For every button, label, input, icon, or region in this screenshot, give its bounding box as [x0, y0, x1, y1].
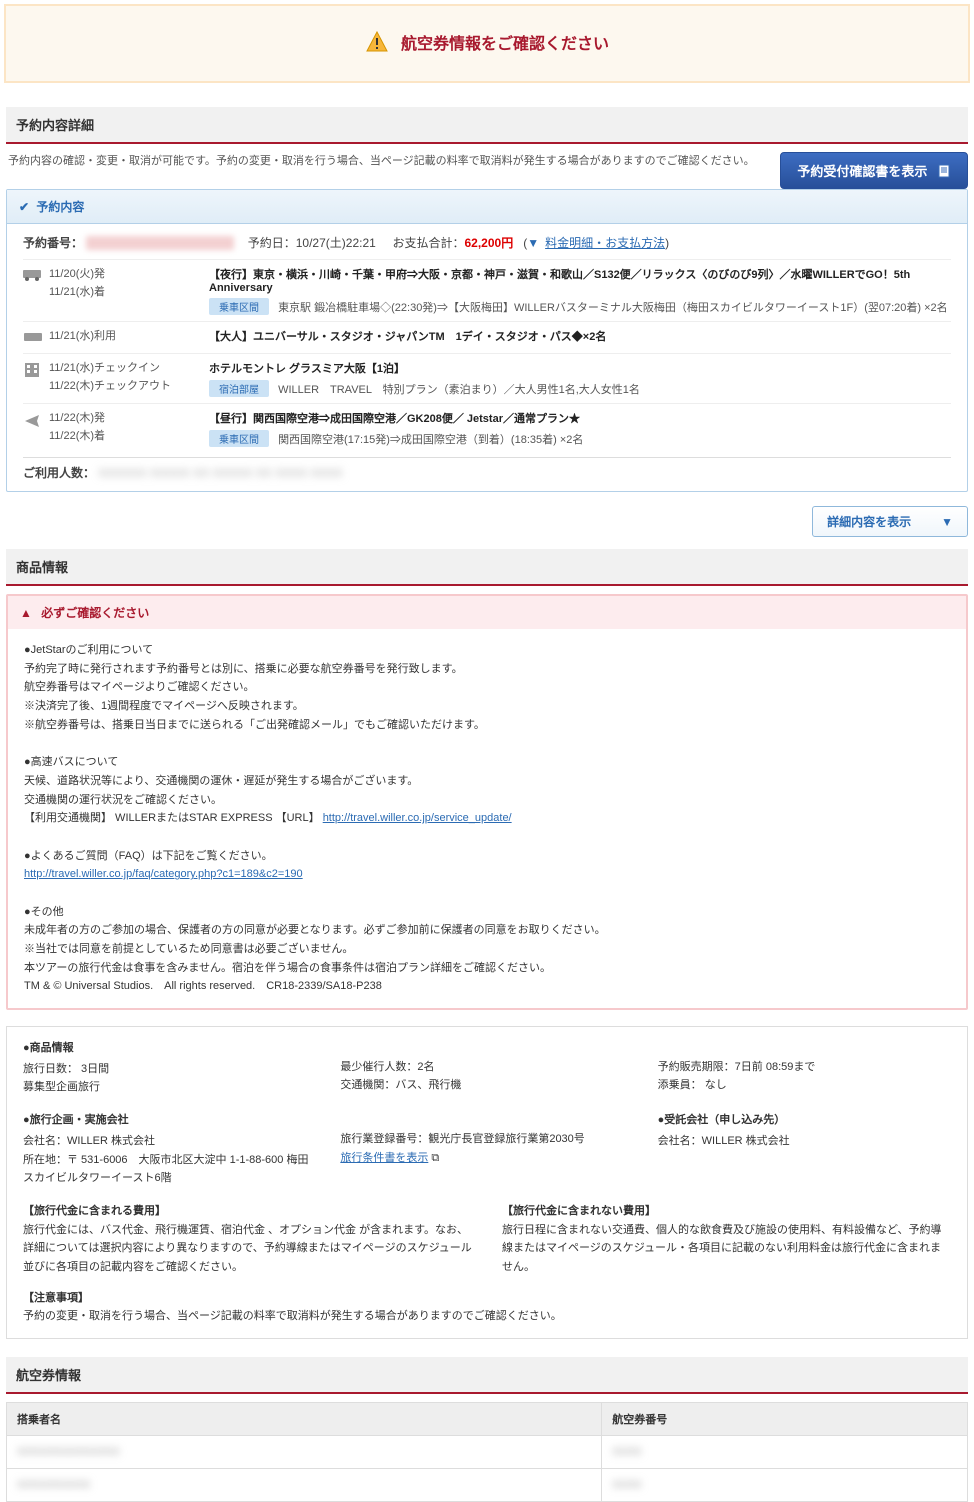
reservation-detail-desc: 予約内容の確認・変更・取消が可能です。予約の変更・取消を行う場合、当ページ記載の… — [6, 152, 768, 168]
flight-th-number: 航空券番号 — [602, 1403, 968, 1436]
warning-icon — [365, 30, 389, 54]
notice-body: ●JetStarのご利用について 予約完了時に発行されます予約番号とは別に、搭乗… — [8, 629, 966, 1008]
hotel-icon — [23, 360, 49, 397]
ticket-icon — [23, 328, 49, 347]
warning-icon: ▲ — [20, 606, 32, 620]
check-icon: ✔ — [19, 200, 29, 214]
alert-text: 航空券情報をご確認ください — [401, 30, 609, 54]
segment-badge: 乗車区間 — [209, 430, 269, 447]
item-detail: 東京駅 鍛冶橋駐車場◇(22:30発)⇒【大阪梅田】WILLERバスターミナル大… — [278, 302, 948, 314]
item-date: 11/21(水)利用 — [49, 328, 209, 346]
itinerary-item: 11/21(水)チェックイン 11/22(木)チェックアウト ホテルモントレ グ… — [23, 353, 951, 403]
itinerary-item: 11/20(火)発 11/21(水)着 【夜行】東京・横浜・川崎・千葉・甲府⇒大… — [23, 259, 951, 321]
plane-icon — [23, 410, 49, 447]
item-date: 11/22(木)チェックアウト — [49, 378, 209, 396]
flight-th-name: 搭乗者名 — [7, 1403, 602, 1436]
faq-link[interactable]: http://travel.willer.co.jp/faq/category.… — [24, 868, 303, 880]
bus-icon — [23, 266, 49, 315]
item-date: 11/21(水)着 — [49, 284, 209, 302]
expand-detail-button[interactable]: 詳細内容を表示 ▼ — [812, 506, 968, 537]
itinerary-item: 11/22(木)発 11/22(木)着 【昼行】関西国際空港⇒成田国際空港／GK… — [23, 403, 951, 453]
reservation-number: XXXX-XXX-XXX — [86, 236, 234, 250]
table-row: XXXXXXXXXX XXXX — [7, 1469, 968, 1502]
document-icon — [937, 164, 951, 178]
section-title-flight: 航空券情報 — [6, 1357, 968, 1394]
table-row: XXXXXXXXXXXXXX XXXX — [7, 1436, 968, 1469]
reservation-summary: 予約番号： XXXX-XXX-XXX 予約日：10/27(土)22:21 お支払… — [23, 234, 951, 251]
room-badge: 宿泊部屋 — [209, 380, 269, 397]
reservation-panel-header: ✔ 予約内容 — [7, 190, 967, 224]
item-date: 11/21(水)チェックイン — [49, 360, 209, 378]
item-title: 【昼行】関西国際空港⇒成田国際空港／GK208便／ Jetstar／通常プラン★ — [209, 410, 951, 426]
section-title-reservation-detail: 予約内容詳細 — [6, 107, 968, 144]
item-date: 11/22(木)発 — [49, 410, 209, 428]
item-title: 【夜行】東京・横浜・川崎・千葉・甲府⇒大阪・京都・神戸・滋賀・和歌山／S132便… — [209, 266, 951, 294]
item-detail: WILLER TRAVEL 特別プラン（素泊まり）／大人男性1名,大人女性1名 — [278, 384, 640, 396]
notice-panel: ▲ 必ずご確認ください ●JetStarのご利用について 予約完了時に発行されま… — [6, 594, 968, 1010]
receipt-button[interactable]: 予約受付確認書を表示 — [780, 152, 968, 189]
conditions-link[interactable]: 旅行条件書を表示 — [340, 1152, 428, 1164]
segment-badge: 乗車区間 — [209, 298, 269, 315]
service-update-link[interactable]: http://travel.willer.co.jp/service_updat… — [323, 812, 512, 824]
item-date: 11/20(火)発 — [49, 266, 209, 284]
item-title: 【大人】ユニバーサル・スタジオ・ジャパンTM 1デイ・スタジオ・パス◆×2名 — [209, 328, 951, 344]
alert-banner: 航空券情報をご確認ください — [4, 4, 970, 83]
item-detail: 関西国際空港(17:15発)⇒成田国際空港（到着）(18:35着) ×2名 — [278, 434, 583, 446]
usage-count: ご利用人数： XXXXXX XXXXX XX XXXXX XX XXXX XXX… — [23, 457, 951, 481]
section-title-product: 商品情報 — [6, 549, 968, 586]
fee-detail-link[interactable]: 料金明細・お支払方法 — [545, 236, 665, 250]
item-date: 11/22(木)着 — [49, 428, 209, 446]
reservation-panel: ✔ 予約内容 予約番号： XXXX-XXX-XXX 予約日：10/27(土)22… — [6, 189, 968, 492]
product-info-box: ●商品情報 旅行日数： 3日間 募集型企画旅行 最少催行人数：2名 交通機関：バ… — [6, 1026, 968, 1339]
chevron-down-icon: ▼ — [941, 515, 953, 529]
flight-table: 搭乗者名 航空券番号 XXXXXXXXXXXXXX XXXX XXXXXXXXX… — [6, 1402, 968, 1502]
external-icon: ⧉ — [431, 1152, 439, 1164]
item-title: ホテルモントレ グラスミア大阪【1泊】 — [209, 360, 951, 376]
itinerary-item: 11/21(水)利用 【大人】ユニバーサル・スタジオ・ジャパンTM 1デイ・スタ… — [23, 321, 951, 353]
